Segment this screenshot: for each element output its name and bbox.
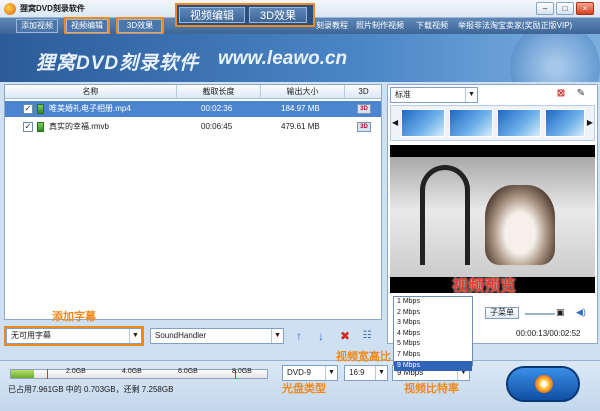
menu-download-video[interactable]: 下载视频 [416, 18, 448, 34]
menu-template-value: 标准 [395, 90, 411, 99]
disc-type-value: DVD-9 [287, 368, 312, 377]
bitrate-dropdown-list: 1 Mbps 2 Mbps 3 Mbps 4 Mbps 5 Mbps 7 Mbp… [393, 296, 473, 372]
app-logo-icon [4, 3, 16, 15]
subtitle-select[interactable]: 无可用字幕 ▼ [4, 326, 144, 346]
burn-button[interactable] [506, 366, 580, 402]
bitrate-option[interactable]: 9 Mbps [394, 360, 472, 372]
volume-icon[interactable]: ◀) [576, 307, 586, 318]
tick-label: 4.0GB [122, 368, 142, 375]
delete-icon[interactable]: ✖ [338, 329, 352, 343]
close-button[interactable]: × [576, 2, 594, 15]
template-thumbnails: ◀ ▶ [390, 105, 595, 141]
add-video-button[interactable]: 添加视频 [16, 19, 58, 33]
menu-template-select[interactable]: 标准 ▼ [390, 87, 478, 103]
annotation-add-subtitle: 添加字幕 [52, 311, 96, 323]
time-display: 00:00:13/00:02:52 [516, 329, 581, 338]
edit-template-icon[interactable]: ✎ [574, 87, 588, 101]
delete-template-icon[interactable]: ⊠ [554, 87, 568, 101]
video-file-icon [37, 122, 44, 132]
bitrate-option[interactable]: 3 Mbps [394, 318, 472, 329]
aspect-ratio-value: 16:9 [349, 368, 365, 377]
table-row[interactable]: ✓ 唯美婚礼电子相册.mp4 00:02:36 184.97 MB 3D [5, 101, 381, 117]
row-checkbox[interactable]: ✓ [23, 122, 33, 132]
chevron-down-icon: ▼ [129, 329, 141, 343]
preview-label: 视频预览 [452, 278, 517, 295]
col-3d[interactable]: 3D [345, 85, 382, 99]
video-file-icon [37, 104, 44, 114]
seek-bar[interactable] [525, 313, 555, 315]
minimize-button[interactable]: – [536, 2, 554, 15]
menu-photo-video[interactable]: 照片制作视频 [356, 18, 404, 34]
file-length: 00:02:36 [201, 104, 233, 113]
edit-video-button[interactable]: 视频编辑 [64, 17, 110, 35]
aspect-ratio-select[interactable]: 16:9 ▼ [344, 365, 388, 381]
template-thumb[interactable] [497, 109, 541, 137]
chevron-down-icon: ▼ [271, 329, 283, 343]
annotation-aspect: 视频宽高比 [336, 351, 391, 363]
callout-edit-video: 视频编辑 [179, 7, 245, 23]
menu-report-seller[interactable]: 举报非法淘宝卖家(奖励正版VIP) [458, 18, 572, 34]
bitrate-option[interactable]: 5 Mbps [394, 339, 472, 350]
file-name: 真实的幸福.rmvb [49, 122, 109, 131]
banner: 狸窝DVD刻录软件 www.leawo.cn [0, 34, 600, 82]
tick-label: 6.0GB [178, 368, 198, 375]
capacity-info: 已占用7.961GB 中的 0.703GB，还剩 7.258GB [8, 385, 174, 394]
row-checkbox[interactable]: ✓ [23, 104, 33, 114]
menu-tutorial[interactable]: 刻录教程 [316, 18, 348, 34]
banner-url: www.leawo.cn [218, 48, 348, 69]
col-length[interactable]: 截取长度 [177, 85, 261, 99]
video-preview [390, 145, 595, 293]
3d-toggle-icon[interactable]: 3D [357, 104, 371, 114]
chevron-down-icon: ▼ [375, 366, 387, 380]
col-name[interactable]: 名称 [5, 85, 177, 99]
table-row[interactable]: ✓ 真实的幸福.rmvb 00:06:45 479.61 MB 3D [5, 119, 381, 135]
tabs-callout: 视频编辑 3D效果 [175, 3, 316, 27]
move-down-icon[interactable]: ↓ [314, 329, 328, 343]
capacity-fill [11, 370, 35, 378]
template-thumb[interactable] [545, 109, 585, 137]
disc-type-select[interactable]: DVD-9 ▼ [282, 365, 338, 381]
submenu-button[interactable]: 子菜单 [485, 307, 519, 319]
3d-toggle-icon[interactable]: 3D [357, 122, 371, 132]
bitrate-option[interactable]: 7 Mbps [394, 350, 472, 361]
chevron-down-icon: ▼ [465, 88, 477, 102]
file-list-header: 名称 截取长度 输出大小 3D [5, 85, 381, 99]
tick-label: 8.0GB [232, 368, 252, 375]
audio-track-select[interactable]: SoundHandler ▼ [150, 328, 284, 344]
move-up-icon[interactable]: ↑ [292, 329, 306, 343]
annotation-disc-type: 光盘类型 [282, 383, 326, 395]
camera-icon[interactable]: ▣ [556, 307, 565, 318]
window-title: 狸窝DVD刻录软件 [20, 4, 85, 13]
list-settings-icon[interactable]: ☷ [360, 329, 374, 343]
file-length: 00:06:45 [201, 122, 233, 131]
subtitle-value: 无可用字幕 [11, 331, 51, 340]
disc-decoration-icon [510, 34, 600, 82]
chevron-down-icon: ▼ [325, 366, 337, 380]
col-size[interactable]: 输出大小 [261, 85, 345, 99]
bitrate-option[interactable]: 1 Mbps [394, 297, 472, 308]
audio-track-value: SoundHandler [155, 331, 207, 340]
maximize-button[interactable]: □ [556, 2, 574, 15]
template-thumb[interactable] [449, 109, 493, 137]
banner-title: 狸窝DVD刻录软件 [36, 53, 200, 74]
bitrate-option[interactable]: 4 Mbps [394, 329, 472, 340]
file-size: 184.97 MB [281, 104, 320, 113]
file-list: 名称 截取长度 输出大小 3D ✓ 唯美婚礼电子相册.mp4 00:02:36 … [4, 84, 382, 320]
template-thumb[interactable] [401, 109, 445, 137]
bitrate-option[interactable]: 2 Mbps [394, 308, 472, 319]
scroll-left-icon[interactable]: ◀ [392, 118, 398, 127]
file-name: 唯美婚礼电子相册.mp4 [49, 104, 131, 113]
callout-3d-effect: 3D效果 [249, 7, 308, 23]
file-size: 479.61 MB [281, 122, 320, 131]
scroll-right-icon[interactable]: ▶ [587, 118, 593, 127]
3d-effect-button[interactable]: 3D效果 [116, 17, 164, 35]
annotation-bitrate: 视频比特率 [404, 383, 459, 395]
burn-disc-icon [535, 375, 553, 393]
tick-label: 2.0GB [66, 368, 86, 375]
